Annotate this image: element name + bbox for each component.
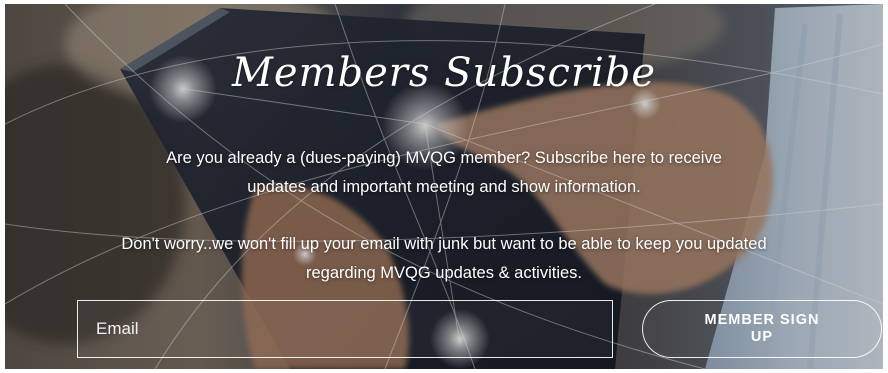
note-text-line: regarding MVQG updates & activities. (305, 264, 583, 282)
member-sign-up-button[interactable]: MEMBER SIGN UP (642, 300, 882, 358)
email-input[interactable] (77, 300, 613, 358)
subscribe-banner: Members Subscribe Are you already a (due… (5, 4, 883, 369)
note-text-line: Don't worry..we won't fill up your email… (121, 235, 767, 253)
intro-text-line: updates and important meeting and show i… (247, 178, 641, 196)
intro-text-line: Are you already a (dues-paying) MVQG mem… (166, 149, 722, 167)
intro-text: Are you already a (dues-paying) MVQG mem… (5, 144, 883, 202)
note-text: Don't worry..we won't fill up your email… (5, 230, 883, 288)
section-title: Members Subscribe (231, 50, 657, 96)
